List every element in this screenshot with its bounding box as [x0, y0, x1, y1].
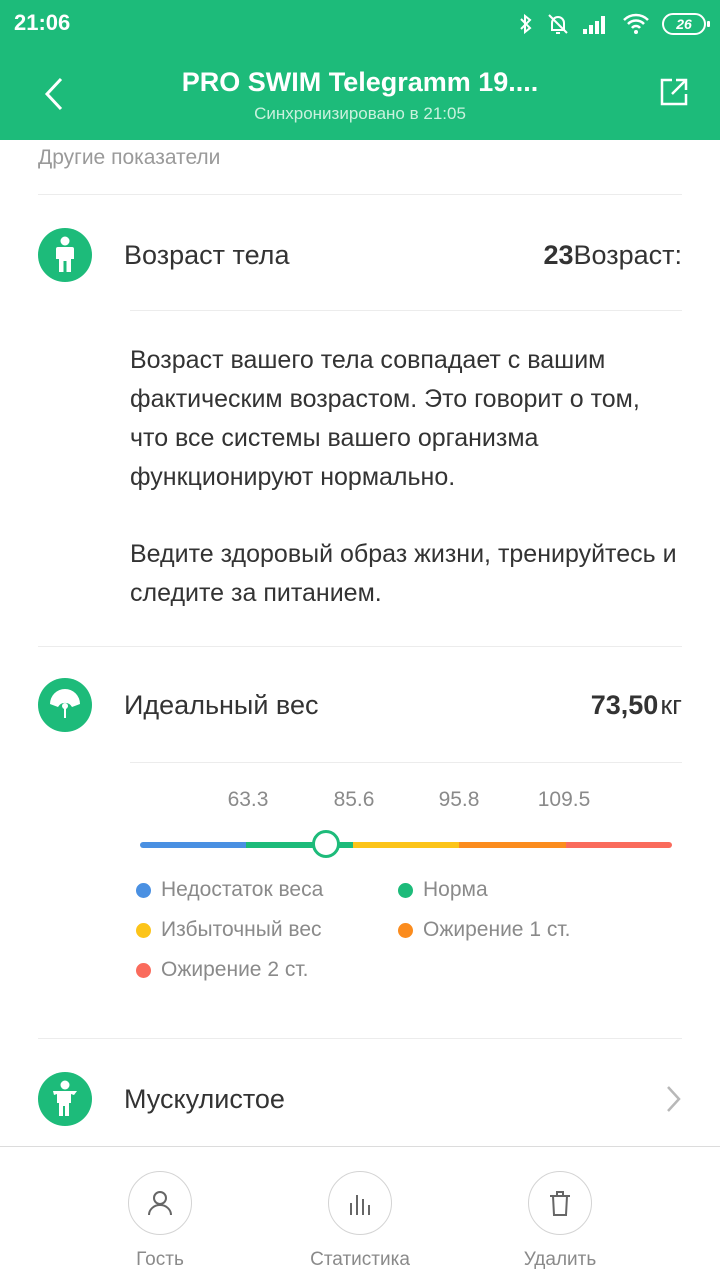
- guest-button[interactable]: Гость: [85, 1171, 235, 1271]
- legend-item: Ожирение 2 ст.: [136, 958, 308, 982]
- legend-label: Недостаток веса: [161, 878, 324, 901]
- body-type-row[interactable]: Мускулистое: [38, 1064, 682, 1134]
- wifi-icon: [623, 13, 649, 34]
- ideal-weight-number: 73,50: [590, 689, 659, 720]
- header-title-group: PRO SWIM Telegramm 19.... Синхронизирова…: [110, 64, 610, 126]
- body-age-label: Возраст тела: [124, 239, 290, 270]
- battery-icon: 26: [662, 13, 710, 35]
- scale-tick: 85.6: [333, 788, 375, 811]
- body-age-number: 23: [543, 239, 574, 270]
- chevron-right-icon: [658, 1084, 688, 1114]
- ideal-weight-value: 73,50кг: [591, 690, 682, 721]
- back-button[interactable]: [30, 70, 78, 118]
- ideal-weight-row: Идеальный вес 73,50кг: [38, 670, 682, 740]
- delete-button-circle: [528, 1171, 592, 1235]
- muscular-person-icon: [38, 1072, 92, 1126]
- weight-scale-marker: [312, 830, 340, 858]
- legend-item: Избыточный вес: [136, 918, 322, 942]
- weight-scale-ticks: 63.3 85.6 95.8 109.5: [0, 788, 720, 818]
- delete-button[interactable]: Удалить: [485, 1171, 635, 1271]
- trash-icon: [550, 1191, 570, 1216]
- divider: [130, 762, 682, 763]
- share-icon: [660, 78, 688, 106]
- legend-item: Недостаток веса: [136, 878, 323, 902]
- ideal-weight-label: Идеальный вес: [124, 689, 319, 720]
- signal-icon: [583, 16, 605, 34]
- scale-segment-obesity-2: [565, 842, 672, 848]
- statistics-label: Статистика: [310, 1249, 410, 1270]
- screen: 21:06 26 PRO SWIM Telegramm 19.... Синхр…: [0, 0, 720, 1280]
- divider: [130, 310, 682, 311]
- bar-chart-icon: [350, 1195, 370, 1215]
- scale-tick: 95.8: [438, 788, 480, 811]
- scale-tick: 63.3: [227, 788, 269, 811]
- delete-label: Удалить: [523, 1249, 597, 1270]
- body-age-suffix: Возраст:: [573, 239, 682, 270]
- scale-icon: [38, 678, 92, 732]
- share-button[interactable]: [654, 72, 694, 112]
- scale-segment-obesity-1: [459, 842, 566, 848]
- legend-dot: [136, 882, 151, 898]
- body-age-description: Возраст вашего тела совпадает с вашим фа…: [130, 346, 640, 491]
- section-label: Другие показатели: [38, 146, 221, 169]
- weight-scale-bar: [140, 842, 672, 848]
- legend-dot: [398, 922, 413, 938]
- scale-tick: 109.5: [537, 788, 591, 811]
- legend-dot: [136, 962, 151, 978]
- bluetooth-icon: [520, 13, 532, 35]
- legend-label: Норма: [423, 878, 488, 901]
- status-time: 21:06: [14, 10, 71, 35]
- statistics-button-circle: [328, 1171, 392, 1235]
- scale-segment-overweight: [352, 842, 460, 848]
- legend-dot: [398, 882, 413, 898]
- divider: [38, 1038, 682, 1039]
- legend-dot: [136, 922, 151, 938]
- device-title: PRO SWIM Telegramm 19....: [181, 67, 539, 97]
- app-header: 21:06 26 PRO SWIM Telegramm 19.... Синхр…: [0, 0, 720, 140]
- legend-label: Избыточный вес: [161, 918, 322, 941]
- body-age-value: 23Возраст:: [543, 240, 682, 271]
- status-bar: 21:06 26: [0, 0, 720, 48]
- legend-item: Норма: [398, 878, 488, 902]
- person-icon: [38, 228, 92, 282]
- bottom-action-bar: Гость Статистика Удалить: [0, 1146, 720, 1280]
- legend-item: Ожирение 1 ст.: [398, 918, 570, 942]
- guest-label: Гость: [136, 1249, 184, 1270]
- divider: [38, 646, 682, 647]
- ideal-weight-unit: кг: [660, 689, 682, 720]
- statistics-button[interactable]: Статистика: [285, 1171, 435, 1271]
- legend-label: Ожирение 1 ст.: [423, 918, 571, 941]
- alarm-off-icon: [548, 14, 568, 34]
- body-type-label: Мускулистое: [124, 1083, 285, 1114]
- body-age-advice: Ведите здоровый образ жизни, тренируйтес…: [130, 540, 677, 607]
- user-icon: [148, 1191, 172, 1216]
- legend-label: Ожирение 2 ст.: [161, 958, 309, 981]
- chevron-left-icon: [44, 77, 63, 111]
- divider: [38, 194, 682, 195]
- scale-segment-underweight: [140, 842, 247, 848]
- sync-status: Синхронизировано в 21:05: [254, 104, 466, 123]
- body-age-row: Возраст тела 23Возраст:: [38, 220, 682, 290]
- guest-button-circle: [128, 1171, 192, 1235]
- status-icons: 26: [518, 8, 710, 40]
